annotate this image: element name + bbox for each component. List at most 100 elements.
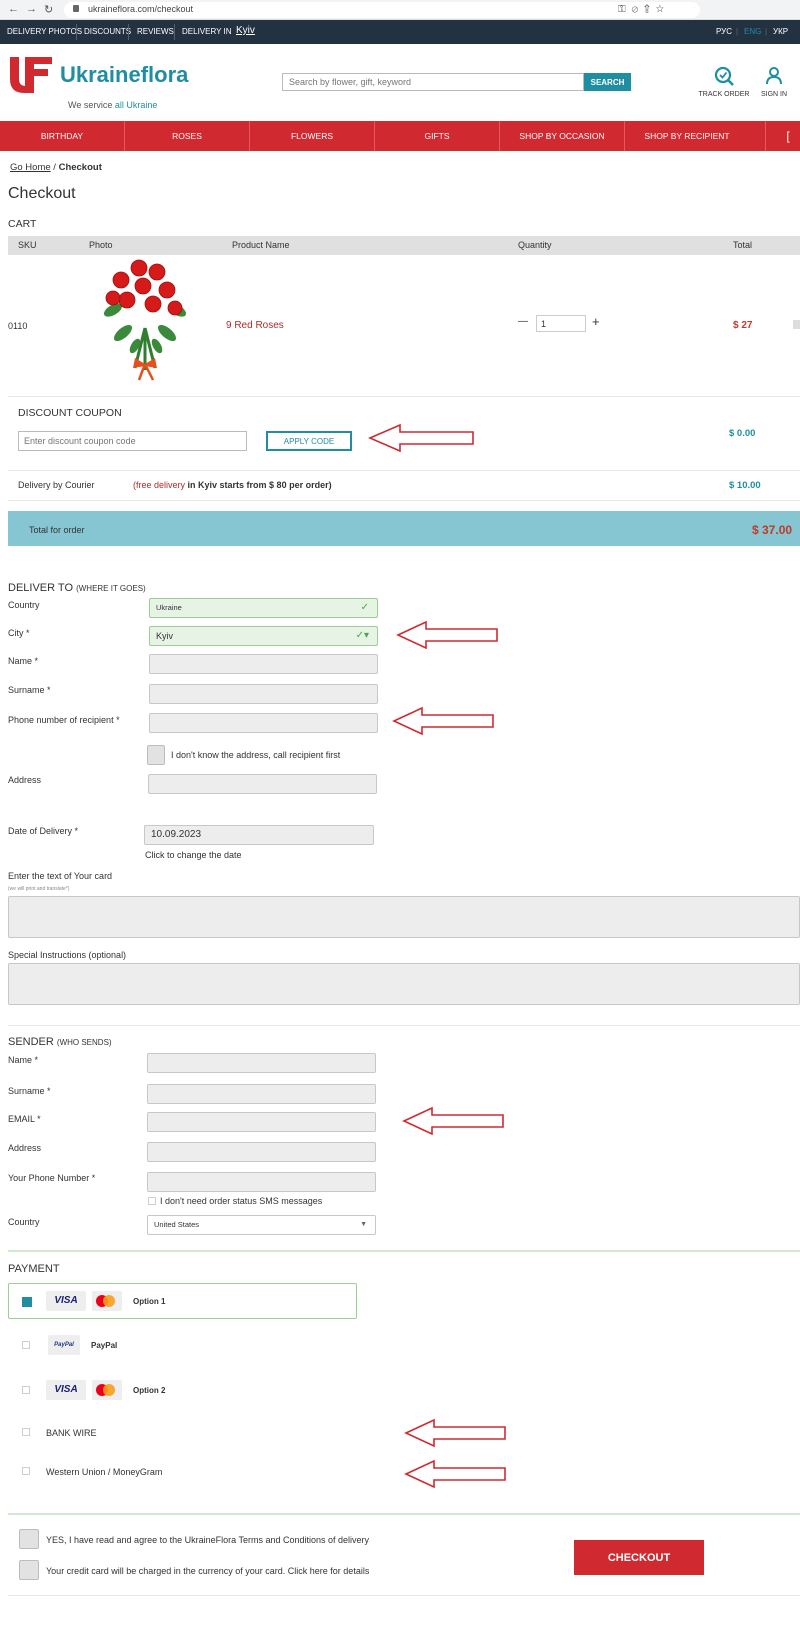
paypal-icon: PayPal [48,1335,80,1355]
discount-code-input[interactable] [18,431,247,451]
main-nav: BIRTHDAY ROSES FLOWERS GIFTS SHOP BY OCC… [0,121,800,151]
track-order-icon[interactable] [713,65,735,87]
reload-icon[interactable]: ↻ [44,3,53,16]
section-divider [8,1513,800,1515]
nav-item-birthday[interactable]: BIRTHDAY [0,121,124,151]
apply-code-button[interactable]: APPLY CODE [266,431,352,451]
annotation-arrow-icon [402,1106,504,1136]
recipient-name-label: Name * [8,656,39,666]
sender-country-label: Country [8,1217,40,1227]
payment-bank-wire-radio[interactable] [22,1428,30,1436]
quantity-input[interactable]: 1 [536,315,586,332]
track-order-label[interactable]: TRACK ORDER [696,91,752,98]
annotation-arrow-icon [396,620,498,650]
quantity-plus-button[interactable]: + [592,314,600,329]
search-button[interactable]: SEARCH [584,73,631,91]
recipient-city-select[interactable]: Kyiv ✓▾ [149,626,378,646]
currency-charge-label[interactable]: Your credit card will be charged in the … [46,1566,369,1576]
checkout-button[interactable]: CHECKOUT [574,1540,704,1575]
breadcrumb-home[interactable]: Go Home [10,162,51,173]
address-bar[interactable]: ukraineflora.com/checkout [64,2,700,18]
delivery-note: (free delivery in Kyiv starts from $ 80 … [133,480,332,490]
sign-in-label[interactable]: SIGN IN [756,91,792,98]
sender-address-input[interactable] [147,1142,376,1162]
payment-western-union-radio[interactable] [22,1467,30,1475]
all-ukraine-link[interactable]: all Ukraine [115,100,158,110]
breadcrumb: Go Home / Checkout [10,162,102,173]
quantity-minus-button[interactable]: — [518,316,528,327]
nav-item-gifts[interactable]: GIFTS [375,121,499,151]
recipient-address-label: Address [8,775,42,785]
payment-option-2-label: Option 2 [133,1386,166,1395]
topbar-link-delivery-in[interactable]: DELIVERY IN [182,27,232,36]
card-text-hint: (we will print and translate*) [8,886,70,892]
mastercard-icon [92,1291,122,1311]
col-photo: Photo [89,240,113,250]
nav-item-recipient[interactable]: SHOP BY RECIPIENT [625,121,749,151]
back-icon[interactable]: ← [8,3,19,15]
annotation-arrow-icon [404,1418,506,1448]
cart-item-name[interactable]: 9 Red Roses [226,320,284,331]
dropdown-arrow-icon: ▼ [360,1221,367,1228]
total-label: Total for order [29,525,85,535]
topbar-link-photos[interactable]: DELIVERY PHOTOS [7,27,82,36]
no-sms-checkbox[interactable] [148,1197,156,1205]
sender-name-input[interactable] [147,1053,376,1073]
recipient-name-input[interactable] [149,654,378,674]
browser-bar: ← → ↻ ukraineflora.com/checkout ⚿⊘⇪☆ [0,0,800,20]
lang-uk[interactable]: УКР [773,27,788,36]
sender-country-select[interactable]: United States ▼ [147,1215,376,1235]
lang-ru[interactable]: РУС [716,27,732,36]
nav-item-occasion[interactable]: SHOP BY OCCASION [500,121,624,151]
logo-icon[interactable] [8,55,54,95]
agree-terms-label[interactable]: YES, I have read and agree to the Ukrain… [46,1535,369,1545]
sender-phone-label: Your Phone Number * [8,1173,96,1183]
sender-name-label: Name * [8,1055,39,1065]
top-bar: DELIVERY PHOTOS DISCOUNTS REVIEWS DELIVE… [0,20,800,44]
nav-item-flowers[interactable]: FLOWERS [250,121,374,151]
lang-en[interactable]: ENG [744,27,761,36]
delivery-date-label: Date of Delivery * [8,826,79,836]
remove-item-icon[interactable] [793,320,800,329]
recipient-surname-input[interactable] [149,684,378,704]
agree-terms-checkbox[interactable] [19,1529,39,1549]
user-icon[interactable] [765,66,783,86]
total-bar [8,511,800,546]
topbar-link-discounts[interactable]: DISCOUNTS [84,27,131,36]
deliver-to-title: DELIVER TO (WHERE IT GOES) [8,582,146,594]
topbar-link-reviews[interactable]: REVIEWS [137,27,174,36]
delivery-date-hint: Click to change the date [145,850,242,860]
nav-more-icon[interactable]: [ [778,121,798,151]
sender-email-input[interactable] [147,1112,376,1132]
section-divider [8,1250,800,1252]
forward-icon[interactable]: → [26,3,37,15]
recipient-address-input[interactable] [148,774,377,794]
recipient-phone-input[interactable] [149,713,378,733]
currency-charge-checkbox[interactable] [19,1560,39,1580]
free-delivery-link[interactable]: free delivery [136,480,185,490]
topbar-city[interactable]: Kyiv [236,25,255,36]
payment-title: PAYMENT [8,1263,60,1275]
sender-phone-input[interactable] [147,1172,376,1192]
payment-option-paypal-radio[interactable] [22,1341,30,1349]
recipient-city-label: City * [8,628,30,638]
payment-option-2-radio[interactable] [22,1386,30,1394]
no-sms-label: I don't need order status SMS messages [160,1196,323,1206]
browser-actions-icons[interactable]: ⚿⊘⇪☆ [618,4,670,15]
logo-text[interactable]: Ukraineflora [60,62,188,88]
payment-option-1-radio[interactable] [22,1297,32,1307]
delivery-date-input[interactable]: 10.09.2023 [144,825,374,845]
logo-subline: We service all Ukraine [68,100,158,110]
nav-item-roses[interactable]: ROSES [125,121,249,151]
card-text-textarea[interactable] [8,896,800,938]
recipient-country-select[interactable]: Ukraine ✓ [149,598,378,618]
sender-surname-input[interactable] [147,1084,376,1104]
special-instructions-textarea[interactable] [8,963,800,1005]
col-total: Total [733,240,753,250]
product-photo[interactable] [95,258,195,384]
sender-address-label: Address [8,1143,42,1153]
recipient-country-label: Country [8,600,40,610]
recipient-phone-label: Phone number of recipient * [8,715,120,725]
unknown-address-checkbox[interactable] [147,745,165,765]
search-input[interactable] [282,73,584,91]
